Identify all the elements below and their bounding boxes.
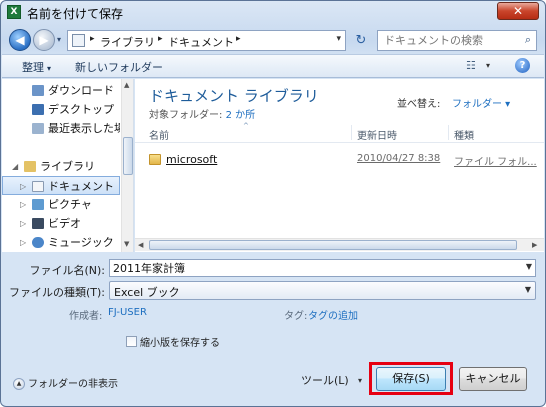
library-title: ドキュメント ライブラリ [149, 87, 319, 105]
collapse-up-icon: ▲ [13, 378, 25, 390]
file-type: ファイル フォル... [454, 157, 537, 168]
tools-button[interactable]: ツール(L) [301, 372, 349, 388]
cancel-button[interactable]: キャンセル [459, 367, 527, 391]
desktop-icon [32, 104, 44, 115]
add-tag-link[interactable]: タグの追加 [308, 307, 358, 322]
expand-arrow-icon[interactable]: ▷ [20, 177, 30, 194]
videos-icon [32, 218, 44, 229]
library-locations: 対象フォルダー: 2 か所 [149, 110, 256, 121]
filetype-label: ファイルの種類(T): [8, 286, 105, 299]
breadcrumb-documents[interactable]: ドキュメント [168, 34, 234, 50]
expand-arrow-icon[interactable]: ▷ [20, 195, 30, 214]
title-bar: X 名前を付けて保存 ✕ [1, 1, 545, 23]
hide-folders-button[interactable]: ▲ フォルダーの非表示 [13, 375, 118, 390]
nav-item-recent-places[interactable]: 最近表示した場所 [2, 119, 120, 138]
back-button[interactable]: ◀ [9, 29, 31, 51]
horizontal-scroll-thumb[interactable] [149, 240, 517, 250]
column-header: ^ 名前 更新日時 種類 [135, 122, 544, 143]
arrange-by-label: 並べ替え: [397, 99, 441, 110]
nav-scrollbar[interactable]: ▲ ▼ [121, 79, 133, 252]
breadcrumb-separator-icon[interactable]: ▸ [236, 34, 241, 44]
download-folder-icon [32, 85, 44, 96]
scroll-left-icon[interactable]: ◀ [138, 241, 143, 249]
library-icon [24, 161, 36, 172]
breadcrumb-libraries[interactable]: ライブラリ [100, 34, 155, 50]
file-date: 2010/04/27 8:38 [357, 153, 441, 164]
author-value[interactable]: FJ-USER [108, 307, 147, 318]
scroll-right-icon[interactable]: ▶ [532, 241, 537, 249]
column-divider[interactable] [351, 125, 352, 140]
column-type[interactable]: 種類 [454, 127, 474, 142]
save-thumbnail-checkbox[interactable] [126, 336, 137, 347]
nav-item-pictures[interactable]: ▷ ピクチャ [2, 195, 120, 214]
nav-item-music[interactable]: ▷ ミュージック [2, 233, 120, 252]
organize-button[interactable]: 整理 ▾ [22, 59, 51, 75]
filename-input[interactable] [113, 261, 513, 274]
search-input[interactable] [384, 34, 516, 47]
nav-item-documents[interactable]: ▷ ドキュメント [2, 176, 120, 195]
horizontal-scrollbar[interactable]: ◀ ▶ [135, 238, 544, 251]
recent-places-icon [32, 123, 44, 134]
file-name[interactable]: microsoft [166, 153, 217, 166]
tags-label: タグ: [284, 311, 308, 322]
excel-app-icon: X [7, 5, 21, 19]
window-title: 名前を付けて保存 [27, 7, 124, 21]
file-list-pane: ドキュメント ライブラリ 対象フォルダー: 2 か所 並べ替え: フォルダー ▾… [135, 79, 544, 252]
breadcrumb-separator-icon[interactable]: ▸ [158, 34, 163, 44]
filetype-select[interactable]: Excel ブック ▼ [109, 281, 536, 300]
filename-label: ファイル名(N): [29, 264, 105, 277]
forward-button[interactable]: ▶ [33, 29, 55, 51]
music-icon [32, 237, 44, 248]
address-bar[interactable]: ▸ ライブラリ ▸ ドキュメント ▸ ▾ [67, 30, 346, 51]
navigation-pane: ダウンロード デスクトップ 最近表示した場所 ◢ ライブラリ ▷ ドキュメント … [2, 79, 134, 252]
file-row[interactable]: microsoft 2010/04/27 8:38 ファイル フォル... [135, 151, 537, 169]
toolbar: 整理 ▾ 新しいフォルダー ☷ ▾ ? [2, 54, 544, 78]
nav-item-downloads[interactable]: ダウンロード [2, 81, 120, 100]
filename-combobox[interactable]: ▼ [109, 259, 536, 277]
sort-ascending-icon: ^ [243, 122, 249, 130]
search-icon[interactable]: ⌕ [525, 33, 531, 47]
close-button[interactable]: ✕ [497, 2, 539, 20]
save-as-dialog: X 名前を付けて保存 ✕ ◀ ▶ ▾ ▸ ライブラリ ▸ ドキュメント ▸ ▾ … [0, 0, 546, 407]
new-folder-button[interactable]: 新しいフォルダー [75, 59, 163, 75]
nav-scroll-thumb[interactable] [123, 137, 133, 175]
scroll-up-icon[interactable]: ▲ [124, 81, 129, 89]
documents-icon [32, 181, 44, 192]
pictures-icon [32, 199, 44, 210]
column-date-modified[interactable]: 更新日時 [357, 127, 397, 142]
search-box[interactable]: ⌕ [377, 30, 537, 51]
scroll-down-icon[interactable]: ▼ [124, 240, 129, 248]
library-small-icon [72, 34, 85, 47]
history-dropdown-icon[interactable]: ▾ [57, 35, 61, 44]
nav-item-videos[interactable]: ▷ ビデオ [2, 214, 120, 233]
view-options-icon[interactable]: ☷ [466, 59, 476, 72]
column-name[interactable]: 名前 [149, 127, 169, 142]
locations-link[interactable]: 2 か所 [226, 110, 256, 121]
filename-dropdown-icon[interactable]: ▼ [526, 262, 532, 271]
nav-item-libraries[interactable]: ◢ ライブラリ [2, 157, 120, 176]
tools-dropdown-icon[interactable]: ▾ [358, 376, 362, 385]
breadcrumb-separator-icon[interactable]: ▸ [90, 34, 95, 44]
expand-arrow-icon[interactable]: ▷ [20, 233, 30, 252]
author-label: 作成者: [69, 311, 103, 322]
nav-item-desktop[interactable]: デスクトップ [2, 100, 120, 119]
expand-arrow-icon[interactable]: ▷ [20, 214, 30, 233]
arrange-by-dropdown[interactable]: フォルダー ▾ [452, 95, 510, 110]
refresh-icon[interactable]: ↻ [349, 30, 373, 51]
filetype-dropdown-icon[interactable]: ▼ [525, 285, 531, 294]
collapse-arrow-icon[interactable]: ◢ [12, 157, 22, 176]
filetype-value: Excel ブック [114, 286, 180, 299]
folder-icon [149, 154, 161, 165]
save-button[interactable]: 保存(S) [376, 367, 446, 391]
address-dropdown-icon[interactable]: ▾ [336, 34, 341, 44]
column-divider[interactable] [448, 125, 449, 140]
view-dropdown-icon[interactable]: ▾ [486, 61, 490, 70]
help-icon[interactable]: ? [515, 58, 530, 73]
save-thumbnail-label[interactable]: 縮小版を保存する [140, 334, 220, 349]
